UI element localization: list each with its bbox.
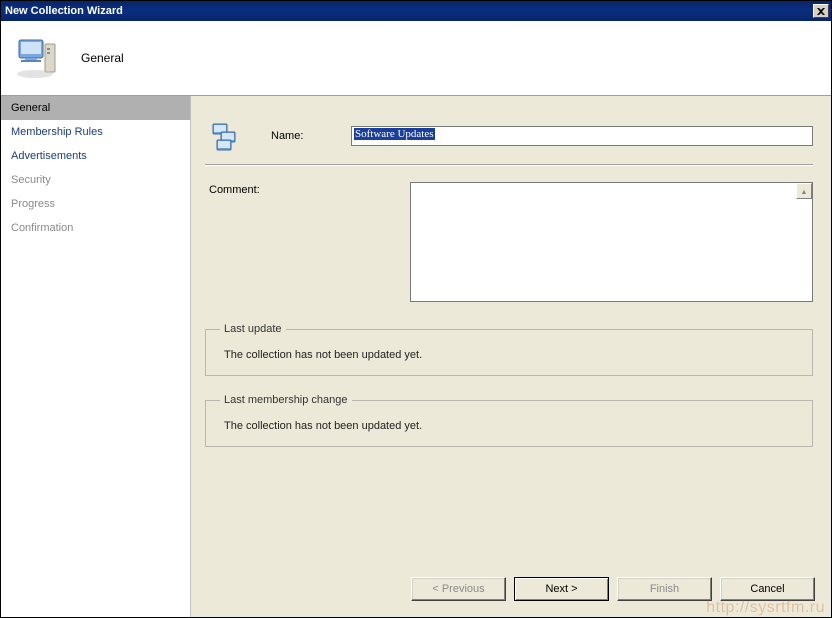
sidebar-item-label: General xyxy=(11,102,50,114)
button-label: Next > xyxy=(545,583,577,595)
sidebar-item-label: Advertisements xyxy=(11,150,87,162)
comment-row: Comment: xyxy=(205,182,813,305)
comment-wrap xyxy=(410,182,813,305)
last-membership-text: The collection has not been updated yet. xyxy=(224,420,798,432)
scroll-up-button[interactable] xyxy=(796,183,812,199)
page-title: General xyxy=(81,51,124,65)
previous-button: < Previous xyxy=(411,577,506,601)
sidebar-item-label: Membership Rules xyxy=(11,126,103,138)
button-label: < Previous xyxy=(432,583,484,595)
button-label: Finish xyxy=(650,583,679,595)
wizard-sidebar: General Membership Rules Advertisements … xyxy=(1,96,191,617)
collection-icon xyxy=(211,120,243,152)
header-band: General xyxy=(1,21,831,96)
sidebar-item-general[interactable]: General xyxy=(1,96,190,120)
titlebar: New Collection Wizard xyxy=(1,1,831,21)
sidebar-item-confirmation: Confirmation xyxy=(1,216,190,240)
name-input[interactable]: Software Updates xyxy=(351,126,813,146)
name-row: Name: Software Updates xyxy=(205,120,813,152)
last-update-group: Last update The collection has not been … xyxy=(205,323,813,376)
comment-textarea[interactable] xyxy=(410,182,813,302)
last-membership-legend: Last membership change xyxy=(220,394,352,406)
sidebar-item-advertisements[interactable]: Advertisements xyxy=(1,144,190,168)
sidebar-item-membership-rules[interactable]: Membership Rules xyxy=(1,120,190,144)
button-bar: < Previous Next > Finish Cancel xyxy=(411,577,815,601)
divider xyxy=(205,164,813,166)
last-update-legend: Last update xyxy=(220,323,286,335)
name-value: Software Updates xyxy=(354,128,435,140)
name-label: Name: xyxy=(271,130,351,142)
sidebar-item-label: Confirmation xyxy=(11,222,73,234)
sidebar-item-label: Security xyxy=(11,174,51,186)
sidebar-item-security: Security xyxy=(1,168,190,192)
computer-icon xyxy=(13,34,61,82)
last-membership-group: Last membership change The collection ha… xyxy=(205,394,813,447)
comment-label: Comment: xyxy=(205,182,410,196)
wizard-window: New Collection Wizard General General Me… xyxy=(0,0,832,618)
close-icon xyxy=(817,8,825,15)
sidebar-item-label: Progress xyxy=(11,198,55,210)
button-label: Cancel xyxy=(750,583,784,595)
content-pane: Name: Software Updates Comment: Last upd… xyxy=(191,96,831,617)
sidebar-item-progress: Progress xyxy=(1,192,190,216)
window-title: New Collection Wizard xyxy=(3,5,813,17)
next-button[interactable]: Next > xyxy=(514,577,609,601)
body: General Membership Rules Advertisements … xyxy=(1,96,831,617)
cancel-button[interactable]: Cancel xyxy=(720,577,815,601)
last-update-text: The collection has not been updated yet. xyxy=(224,349,798,361)
close-button[interactable] xyxy=(813,4,829,18)
finish-button: Finish xyxy=(617,577,712,601)
chevron-up-icon xyxy=(801,185,808,197)
